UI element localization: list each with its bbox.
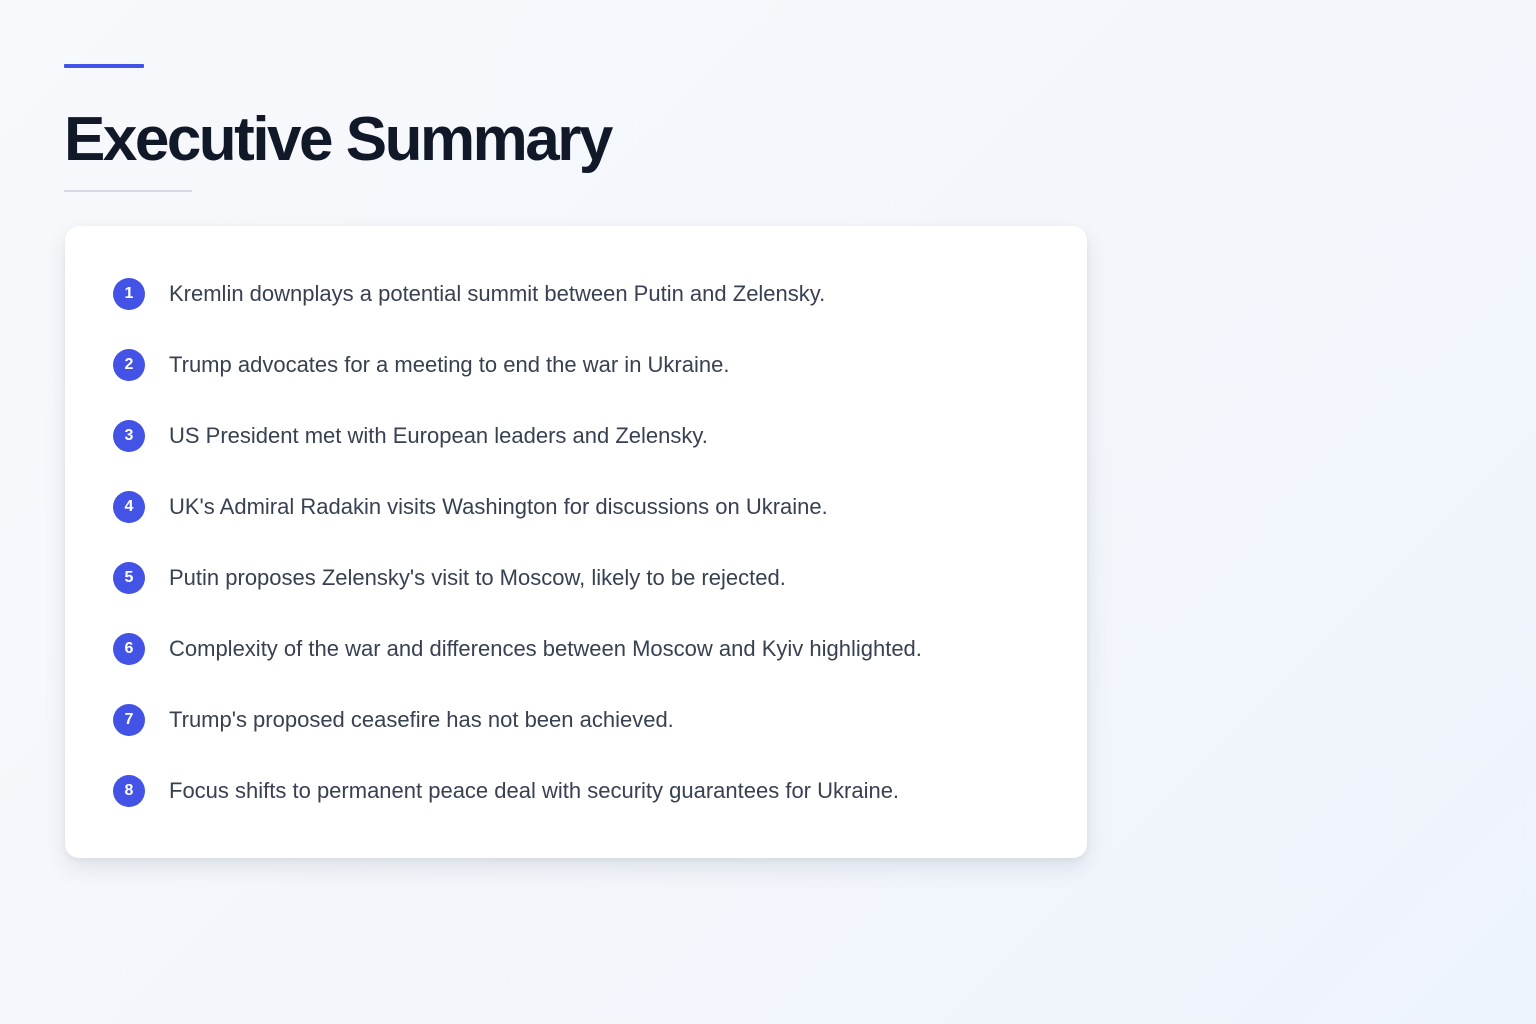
summary-item-text: Focus shifts to permanent peace deal wit… xyxy=(169,778,900,803)
summary-item-text: Trump's proposed ceasefire has not been … xyxy=(169,707,674,732)
title-divider xyxy=(64,190,192,192)
summary-item-text: Putin proposes Zelensky's visit to Mosco… xyxy=(169,565,786,590)
number-badge: 5 xyxy=(113,562,145,594)
title-accent-bar xyxy=(64,64,144,68)
summary-item-text: UK's Admiral Radakin visits Washington f… xyxy=(169,494,828,519)
summary-card: 1 Kremlin downplays a potential summit b… xyxy=(65,226,1087,858)
summary-item: 8 Focus shifts to permanent peace deal w… xyxy=(113,775,1053,807)
number-badge: 6 xyxy=(113,633,145,665)
summary-item-text: Complexity of the war and differences be… xyxy=(169,636,922,661)
summary-item-text: Kremlin downplays a potential summit bet… xyxy=(169,281,826,306)
summary-item: 7 Trump's proposed ceasefire has not bee… xyxy=(113,704,1053,736)
summary-item: 5 Putin proposes Zelensky's visit to Mos… xyxy=(113,562,1053,594)
summary-item: 2 Trump advocates for a meeting to end t… xyxy=(113,349,1053,381)
summary-item-text: Trump advocates for a meeting to end the… xyxy=(169,352,730,377)
number-badge: 2 xyxy=(113,349,145,381)
number-badge: 8 xyxy=(113,775,145,807)
number-badge: 1 xyxy=(113,278,145,310)
number-badge: 7 xyxy=(113,704,145,736)
summary-item-text: US President met with European leaders a… xyxy=(169,423,708,448)
summary-item: 4 UK's Admiral Radakin visits Washington… xyxy=(113,491,1053,523)
summary-item: 1 Kremlin downplays a potential summit b… xyxy=(113,278,1053,310)
number-badge: 3 xyxy=(113,420,145,452)
summary-list: 1 Kremlin downplays a potential summit b… xyxy=(113,278,1053,807)
summary-item: 6 Complexity of the war and differences … xyxy=(113,633,1053,665)
page-title: Executive Summary xyxy=(64,105,613,174)
number-badge: 4 xyxy=(113,491,145,523)
summary-item: 3 US President met with European leaders… xyxy=(113,420,1053,452)
